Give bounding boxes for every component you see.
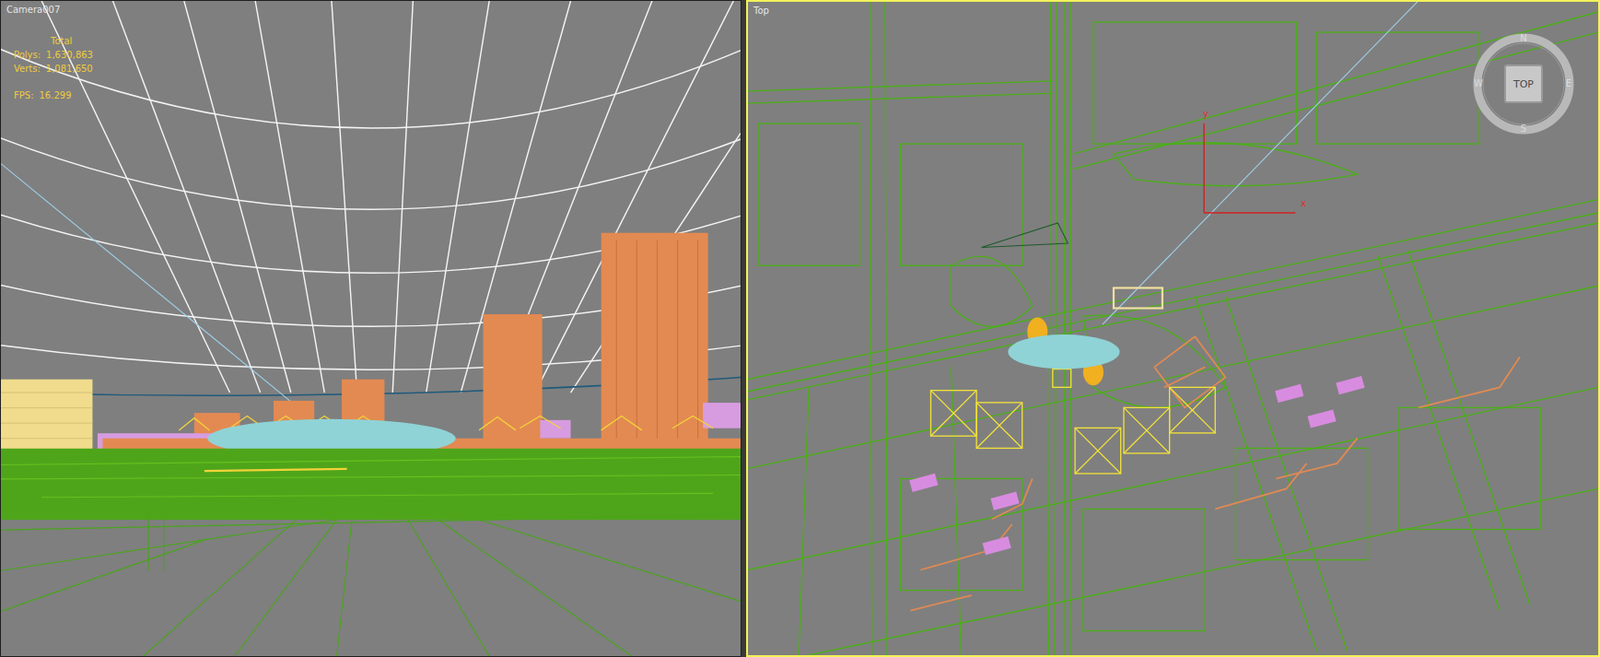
viewport-label[interactable]: Top xyxy=(751,4,771,18)
stat-value: 1,630,863 xyxy=(46,47,94,62)
viewport-label[interactable]: Camera007 xyxy=(4,3,62,17)
stat-row: FPS: 16.299 xyxy=(13,88,94,103)
camera-viewport[interactable]: Camera007 TotalPolys: 1,630,863 Verts: 1,08… xyxy=(0,0,742,657)
top-viewport[interactable]: y x Top TOP N W E S xyxy=(746,0,1600,657)
x-axis-label: x xyxy=(1300,198,1307,209)
stats-heading: Total xyxy=(13,34,94,48)
stat-row: Polys: 1,630,863 xyxy=(13,47,94,62)
compass-letter[interactable]: E xyxy=(1565,78,1572,89)
viewport-layout: Camera007 TotalPolys: 1,630,863 Verts: 1,08… xyxy=(0,0,1600,657)
compass-letter[interactable]: W xyxy=(1473,78,1484,89)
top-scene[interactable] xyxy=(747,1,1599,655)
y-axis-label: y xyxy=(1202,109,1209,119)
statistics-overlay: TotalPolys: 1,630,863 Verts: 1,081,650 FPS: 1… xyxy=(13,34,94,103)
stat-label: Polys: xyxy=(13,47,41,62)
stat-value: 1,081,650 xyxy=(46,61,94,76)
stat-label: Verts: xyxy=(13,61,41,76)
stat-row: Verts: 1,081,650 xyxy=(13,61,94,76)
compass-letter[interactable]: S xyxy=(1520,123,1527,134)
stat-value: 16.299 xyxy=(39,88,72,103)
viewcube-icon[interactable]: TOP N W E S xyxy=(1472,33,1575,135)
viewcube-face[interactable]: TOP xyxy=(1512,78,1534,91)
camera-scene[interactable] xyxy=(0,0,741,656)
compass-letter[interactable]: N xyxy=(1519,33,1527,44)
stat-label: FPS: xyxy=(13,88,35,103)
